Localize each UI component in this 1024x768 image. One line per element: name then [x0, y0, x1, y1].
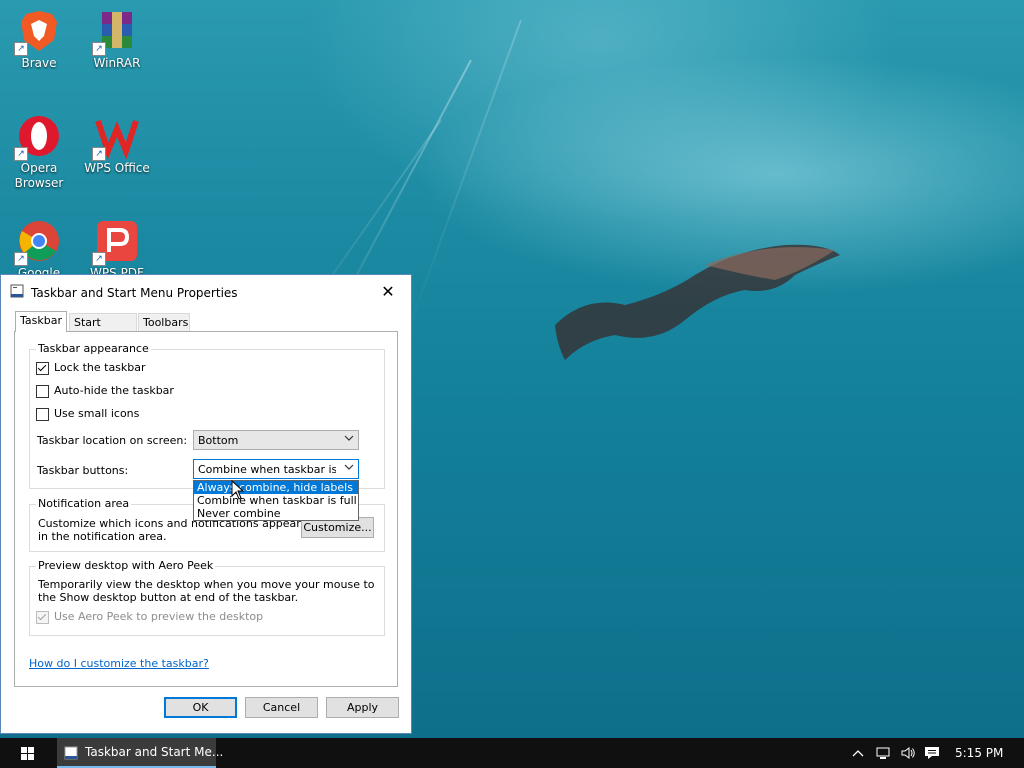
location-select[interactable]: Bottom — [193, 430, 359, 450]
checkbox-box[interactable] — [36, 408, 49, 421]
location-label: Taskbar location on screen: — [37, 434, 188, 447]
tab-toolbars[interactable]: Toolbars — [138, 313, 190, 332]
tab-taskbar[interactable]: Taskbar — [15, 311, 67, 332]
action-center-icon[interactable] — [924, 745, 940, 761]
group-legend: Notification area — [36, 497, 132, 510]
network-icon[interactable] — [876, 745, 892, 761]
desktop-icon-winrar[interactable]: ↗ WinRAR — [81, 8, 153, 71]
checkbox-label: Use Aero Peek to preview the desktop — [54, 610, 264, 623]
checkbox-box[interactable] — [36, 611, 49, 624]
taskbar-buttons-dropdown: Always combine, hide labels Combine when… — [193, 480, 359, 521]
group-legend: Preview desktop with Aero Peek — [36, 559, 216, 572]
buttons-label: Taskbar buttons: — [37, 464, 129, 477]
dropdown-option[interactable]: Always combine, hide labels — [194, 481, 358, 494]
wps-office-icon: ↗ — [92, 113, 140, 161]
desktop-icon-label: Opera Browser — [14, 161, 64, 190]
wps-pdf-icon: ↗ — [92, 218, 140, 266]
ok-button[interactable]: OK — [164, 697, 237, 718]
aero-peek-text-line2: the Show desktop button at end of the ta… — [38, 591, 299, 604]
dropdown-option[interactable]: Never combine — [194, 507, 358, 520]
cancel-button[interactable]: Cancel — [245, 697, 318, 718]
desktop-icon-brave[interactable]: ↗ Brave — [3, 8, 75, 71]
mouse-cursor-icon — [231, 480, 245, 500]
desktop-icon-label: Brave — [21, 56, 57, 70]
desktop-icon-opera[interactable]: ↗ Opera Browser — [3, 113, 75, 191]
brave-icon: ↗ — [14, 8, 62, 56]
help-link[interactable]: How do I customize the taskbar? — [29, 657, 209, 670]
chevron-up-icon[interactable] — [850, 745, 866, 761]
checkbox-box[interactable] — [36, 362, 49, 375]
dialog-title: Taskbar and Start Menu Properties — [31, 286, 238, 300]
diver-silhouette — [555, 244, 840, 360]
chevron-down-icon — [344, 435, 354, 441]
windows-logo-icon — [21, 747, 34, 760]
apply-button[interactable]: Apply — [326, 697, 399, 718]
checkbox-label: Auto-hide the taskbar — [54, 384, 174, 397]
clock[interactable]: 5:15 PM — [955, 746, 1003, 760]
chrome-icon: ↗ — [14, 218, 62, 266]
taskbar-buttons-select[interactable]: Combine when taskbar is fu — [193, 459, 359, 479]
taskbar-properties-icon — [64, 746, 78, 760]
winrar-icon: ↗ — [92, 8, 140, 56]
checkbox-label: Lock the taskbar — [54, 361, 146, 374]
checkbox-box[interactable] — [36, 385, 49, 398]
tab-start-menu[interactable]: Start Menu — [69, 313, 137, 347]
desktop-icon-label: WinRAR — [93, 56, 141, 70]
volume-icon[interactable] — [900, 745, 916, 761]
notification-text-line2: in the notification area. — [38, 530, 167, 543]
taskbar-properties-icon — [10, 284, 24, 298]
select-value: Bottom — [198, 434, 239, 447]
desktop-icon-wps-office[interactable]: ↗ WPS Office — [81, 113, 153, 176]
chevron-down-icon — [344, 464, 354, 470]
group-legend: Taskbar appearance — [36, 342, 151, 355]
taskbar-app-taskbar-properties[interactable]: Taskbar and Start Me... — [57, 738, 223, 768]
select-value: Combine when taskbar is fu — [198, 463, 336, 476]
start-button[interactable] — [0, 738, 56, 768]
checkbox-label: Use small icons — [54, 407, 140, 420]
dropdown-option[interactable]: Combine when taskbar is full — [194, 494, 358, 507]
taskbar: Taskbar and Start Me... 5:15 PM — [0, 738, 1024, 768]
aero-peek-text-line1: Temporarily view the desktop when you mo… — [38, 578, 375, 591]
aero-peek-description: Temporarily view the desktop when you mo… — [38, 578, 375, 604]
close-icon[interactable]: ✕ — [365, 275, 411, 309]
taskbar-app-label: Taskbar and Start Me... — [85, 745, 224, 759]
desktop-icon-label: WPS Office — [84, 161, 150, 175]
desktop-icon-wps-pdf[interactable]: ↗ WPS PDF — [81, 218, 153, 281]
opera-icon: ↗ — [14, 113, 62, 161]
dialog-titlebar[interactable]: Taskbar and Start Menu Properties ✕ — [1, 275, 411, 309]
tab-strip: Taskbar Start Menu Toolbars — [15, 311, 395, 347]
